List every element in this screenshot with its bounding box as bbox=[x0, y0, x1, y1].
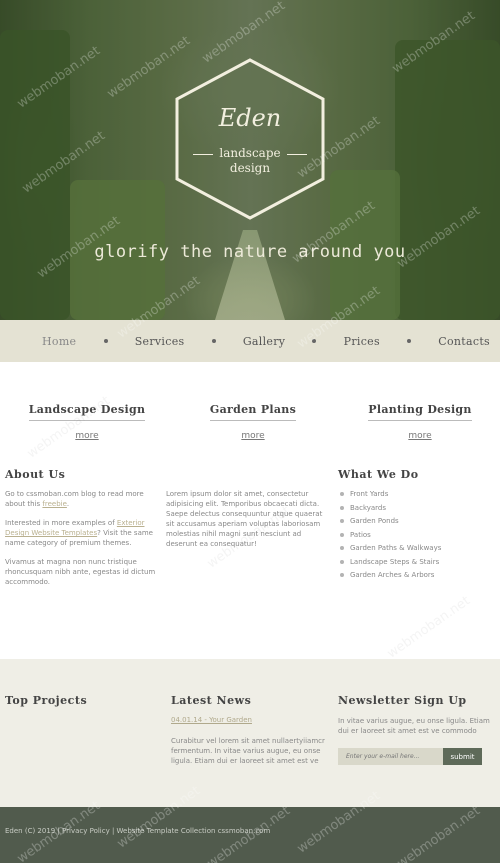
footer-copyright: Eden (C) 2019 | Privacy Policy | Website… bbox=[5, 827, 271, 835]
watermark: webmoban.net bbox=[384, 593, 473, 662]
logo-title: Eden bbox=[218, 104, 282, 132]
about-text-left: Go to cssmoban.com blog to read more abo… bbox=[5, 489, 160, 596]
nav-separator bbox=[312, 339, 317, 343]
about-text: Go to cssmoban.com blog to read more abo… bbox=[5, 490, 144, 508]
top-projects-heading: Top Projects bbox=[5, 694, 88, 707]
about-text-right: Lorem ipsum dolor sit amet, consectetur … bbox=[166, 489, 328, 558]
hero-tagline: glorify the nature around you bbox=[94, 242, 406, 262]
news-text: Curabitur vel lorem sit amet nullaertyii… bbox=[171, 737, 325, 765]
what-we-do-heading: What We Do bbox=[338, 468, 419, 481]
hedge-left bbox=[0, 30, 70, 320]
latest-news-heading: Latest News bbox=[171, 694, 252, 707]
list-item[interactable]: Garden Paths & Walkways bbox=[338, 543, 441, 557]
hexagon-logo-icon bbox=[175, 58, 325, 220]
about-paragraph: Lorem ipsum dolor sit amet, consectetur … bbox=[166, 490, 323, 548]
nav-services[interactable]: Services bbox=[135, 335, 185, 348]
logo-subtitle-line-1: landscape bbox=[219, 146, 281, 160]
about-paragraph: Interested in more examples of Exterior … bbox=[5, 518, 160, 548]
service-more-link[interactable]: more bbox=[188, 431, 318, 441]
nav-separator bbox=[211, 339, 216, 343]
freebie-link[interactable]: freebie bbox=[42, 500, 67, 508]
list-item[interactable]: Garden Arches & Arbors bbox=[338, 570, 441, 584]
logo-subtitle: landscape design bbox=[175, 146, 325, 176]
about-text: Interested in more examples of bbox=[5, 519, 117, 527]
nav-separator bbox=[103, 339, 108, 343]
about-text: . bbox=[66, 500, 70, 508]
hedge-right bbox=[395, 40, 500, 320]
service-title: Planting Design bbox=[368, 403, 472, 421]
list-item[interactable]: Garden Ponds bbox=[338, 516, 441, 530]
service-landscape-design: Landscape Design more bbox=[22, 398, 152, 441]
nav-home[interactable]: Home bbox=[42, 335, 76, 348]
news-date-link[interactable]: 04.01.14 - Your Garden bbox=[171, 716, 252, 724]
list-item[interactable]: Patios bbox=[338, 530, 441, 544]
newsletter-heading: Newsletter Sign Up bbox=[338, 694, 467, 707]
newsletter-text: In vitae varius augue, eu onse ligula. E… bbox=[338, 717, 490, 735]
what-we-do-list: Front Yards Backyards Garden Ponds Patio… bbox=[338, 489, 441, 584]
service-garden-plans: Garden Plans more bbox=[188, 398, 318, 441]
nav-gallery[interactable]: Gallery bbox=[243, 335, 285, 348]
about-paragraph: Go to cssmoban.com blog to read more abo… bbox=[5, 489, 160, 509]
newsletter-submit-button[interactable]: submit bbox=[443, 748, 482, 765]
site-logo[interactable]: Eden landscape design bbox=[175, 58, 325, 220]
list-item[interactable]: Backyards bbox=[338, 503, 441, 517]
logo-subtitle-line-2: design bbox=[229, 161, 271, 175]
newsletter-email-input[interactable] bbox=[338, 748, 443, 765]
service-more-link[interactable]: more bbox=[355, 431, 485, 441]
footer: Eden (C) 2019 | Privacy Policy | Website… bbox=[0, 807, 500, 863]
list-item[interactable]: Front Yards bbox=[338, 489, 441, 503]
service-title: Landscape Design bbox=[28, 403, 146, 421]
nav-contacts[interactable]: Contacts bbox=[438, 335, 490, 348]
nav-prices[interactable]: Prices bbox=[344, 335, 380, 348]
about-paragraph: Vivamus at magna non nunc tristique rhon… bbox=[5, 558, 156, 586]
main-nav: Home Services Gallery Prices Contacts bbox=[0, 320, 500, 362]
service-more-link[interactable]: more bbox=[22, 431, 152, 441]
service-title: Garden Plans bbox=[209, 403, 297, 421]
service-planting-design: Planting Design more bbox=[355, 398, 485, 441]
list-item[interactable]: Landscape Steps & Stairs bbox=[338, 557, 441, 571]
newsletter-form: submit bbox=[338, 748, 482, 765]
nav-separator bbox=[407, 339, 412, 343]
about-heading: About Us bbox=[5, 468, 66, 481]
